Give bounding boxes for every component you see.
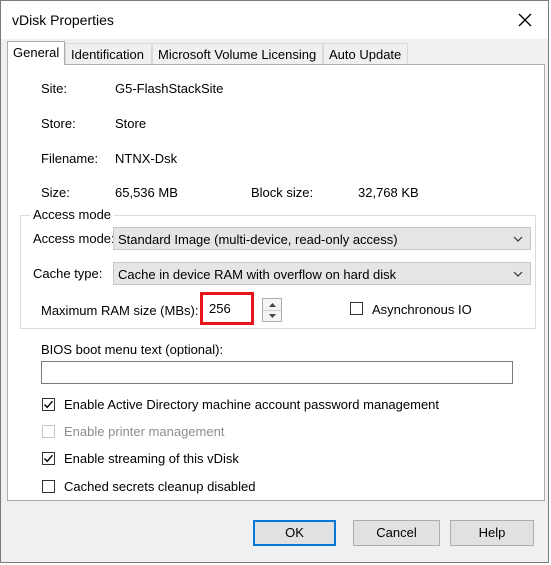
checkmark-icon (43, 400, 54, 409)
close-button[interactable] (510, 7, 540, 33)
tab-identification[interactable]: Identification (65, 43, 152, 64)
spin-down-button[interactable] (263, 310, 281, 321)
cache-type-dropdown-value: Cache in device RAM with overflow on har… (118, 267, 397, 282)
bios-boot-menu-label: BIOS boot menu text (optional): (41, 342, 224, 357)
async-io-label: Asynchronous IO (372, 302, 472, 317)
max-ram-spinner (262, 298, 282, 322)
title-bar: vDisk Properties (1, 1, 548, 39)
vdisk-properties-dialog: vDisk Properties General Identification … (0, 0, 549, 563)
tab-microsoft-volume-licensing-label: Microsoft Volume Licensing (158, 47, 317, 62)
filename-value: NTNX-Dsk (115, 151, 178, 166)
filename-label: Filename: (41, 151, 99, 166)
tab-general-label: General (13, 45, 60, 60)
ad-password-checkbox[interactable] (42, 398, 55, 411)
streaming-label: Enable streaming of this vDisk (64, 451, 239, 466)
tab-auto-update-label: Auto Update (329, 47, 402, 62)
chevron-down-icon (513, 236, 523, 242)
max-ram-value: 256 (209, 301, 231, 316)
cached-secrets-label: Cached secrets cleanup disabled (64, 479, 256, 494)
site-value: G5-FlashStackSite (115, 81, 224, 96)
close-icon (518, 13, 532, 27)
cancel-button[interactable]: Cancel (353, 520, 440, 546)
caret-down-icon (268, 313, 276, 318)
tab-auto-update[interactable]: Auto Update (323, 43, 408, 64)
printer-management-label: Enable printer management (64, 424, 225, 439)
block-size-value: 32,768 KB (358, 185, 419, 200)
checkmark-icon (43, 454, 54, 463)
ok-button[interactable]: OK (253, 520, 336, 546)
size-value: 65,536 MB (115, 185, 178, 200)
tab-microsoft-volume-licensing[interactable]: Microsoft Volume Licensing (152, 43, 323, 64)
tab-identification-label: Identification (71, 47, 144, 62)
printer-management-checkbox[interactable] (42, 425, 55, 438)
site-label: Site: (41, 81, 68, 96)
block-size-label: Block size: (251, 185, 314, 200)
tab-general[interactable]: General (7, 41, 65, 65)
bios-boot-menu-input[interactable] (41, 361, 513, 384)
cached-secrets-checkbox[interactable] (42, 480, 55, 493)
tab-strip: General Identification Microsoft Volume … (7, 41, 547, 65)
max-ram-input[interactable]: 256 (200, 292, 254, 325)
chevron-down-icon (513, 271, 523, 277)
cache-type-label: Cache type: (33, 266, 103, 281)
size-label: Size: (41, 185, 70, 200)
access-mode-label: Access mode: (33, 231, 115, 246)
access-mode-group-legend: Access mode (30, 207, 115, 222)
access-mode-dropdown[interactable]: Standard Image (multi-device, read-only … (113, 227, 531, 250)
store-label: Store: (41, 116, 76, 131)
store-value: Store (115, 116, 147, 131)
window-title: vDisk Properties (12, 12, 114, 28)
help-button[interactable]: Help (450, 520, 534, 546)
streaming-checkbox[interactable] (42, 452, 55, 465)
caret-up-icon (268, 302, 276, 307)
access-mode-dropdown-value: Standard Image (multi-device, read-only … (118, 232, 398, 247)
cache-type-dropdown[interactable]: Cache in device RAM with overflow on har… (113, 262, 531, 285)
async-io-checkbox[interactable] (350, 302, 363, 315)
ad-password-label: Enable Active Directory machine account … (64, 397, 440, 412)
max-ram-label: Maximum RAM size (MBs): (41, 303, 199, 318)
